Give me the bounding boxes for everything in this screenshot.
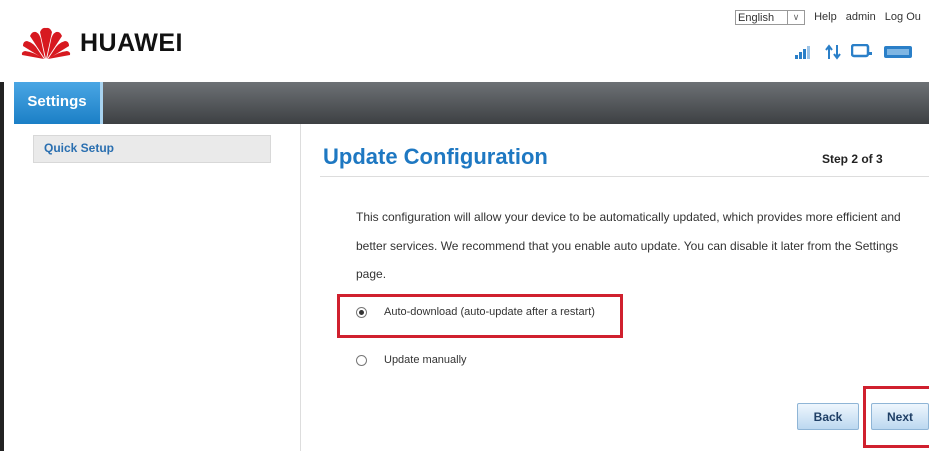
back-button[interactable]: Back (797, 403, 859, 430)
option-update-manually-label: Update manually (384, 354, 467, 366)
header: HUAWEI English ∨ Help admin Log Ou (0, 0, 929, 82)
top-navigation: English ∨ Help admin Log Ou (735, 10, 927, 25)
huawei-flower-icon (21, 27, 71, 59)
data-transfer-icon (825, 44, 841, 60)
user-link[interactable]: admin (846, 11, 876, 23)
description-text: This configuration will allow your devic… (356, 210, 901, 281)
language-select[interactable]: English ∨ (735, 10, 805, 25)
help-link[interactable]: Help (814, 11, 837, 23)
battery-icon (884, 46, 912, 58)
signal-strength-icon (795, 46, 810, 59)
title-divider (320, 176, 929, 177)
status-icons (795, 44, 913, 60)
huawei-logo: HUAWEI (20, 26, 183, 60)
radio-update-manually[interactable] (356, 354, 367, 366)
step-indicator: Step 2 of 3 (822, 152, 883, 166)
option-update-manually[interactable]: Update manually (356, 354, 467, 366)
language-value: English (738, 12, 775, 24)
highlight-box-auto-download (337, 294, 623, 338)
sidebar: Quick Setup (14, 124, 301, 451)
main-nav-bar: Settings (14, 82, 929, 124)
page-title: Update Configuration (323, 144, 548, 169)
logout-link[interactable]: Log Ou (885, 11, 921, 23)
monitor-icon (851, 44, 872, 58)
chevron-down-icon: ∨ (787, 11, 804, 24)
highlight-box-next (863, 386, 929, 448)
brand-name: HUAWEI (80, 28, 183, 57)
sidebar-item-quick-setup[interactable]: Quick Setup (33, 135, 271, 163)
tab-settings[interactable]: Settings (14, 82, 103, 124)
